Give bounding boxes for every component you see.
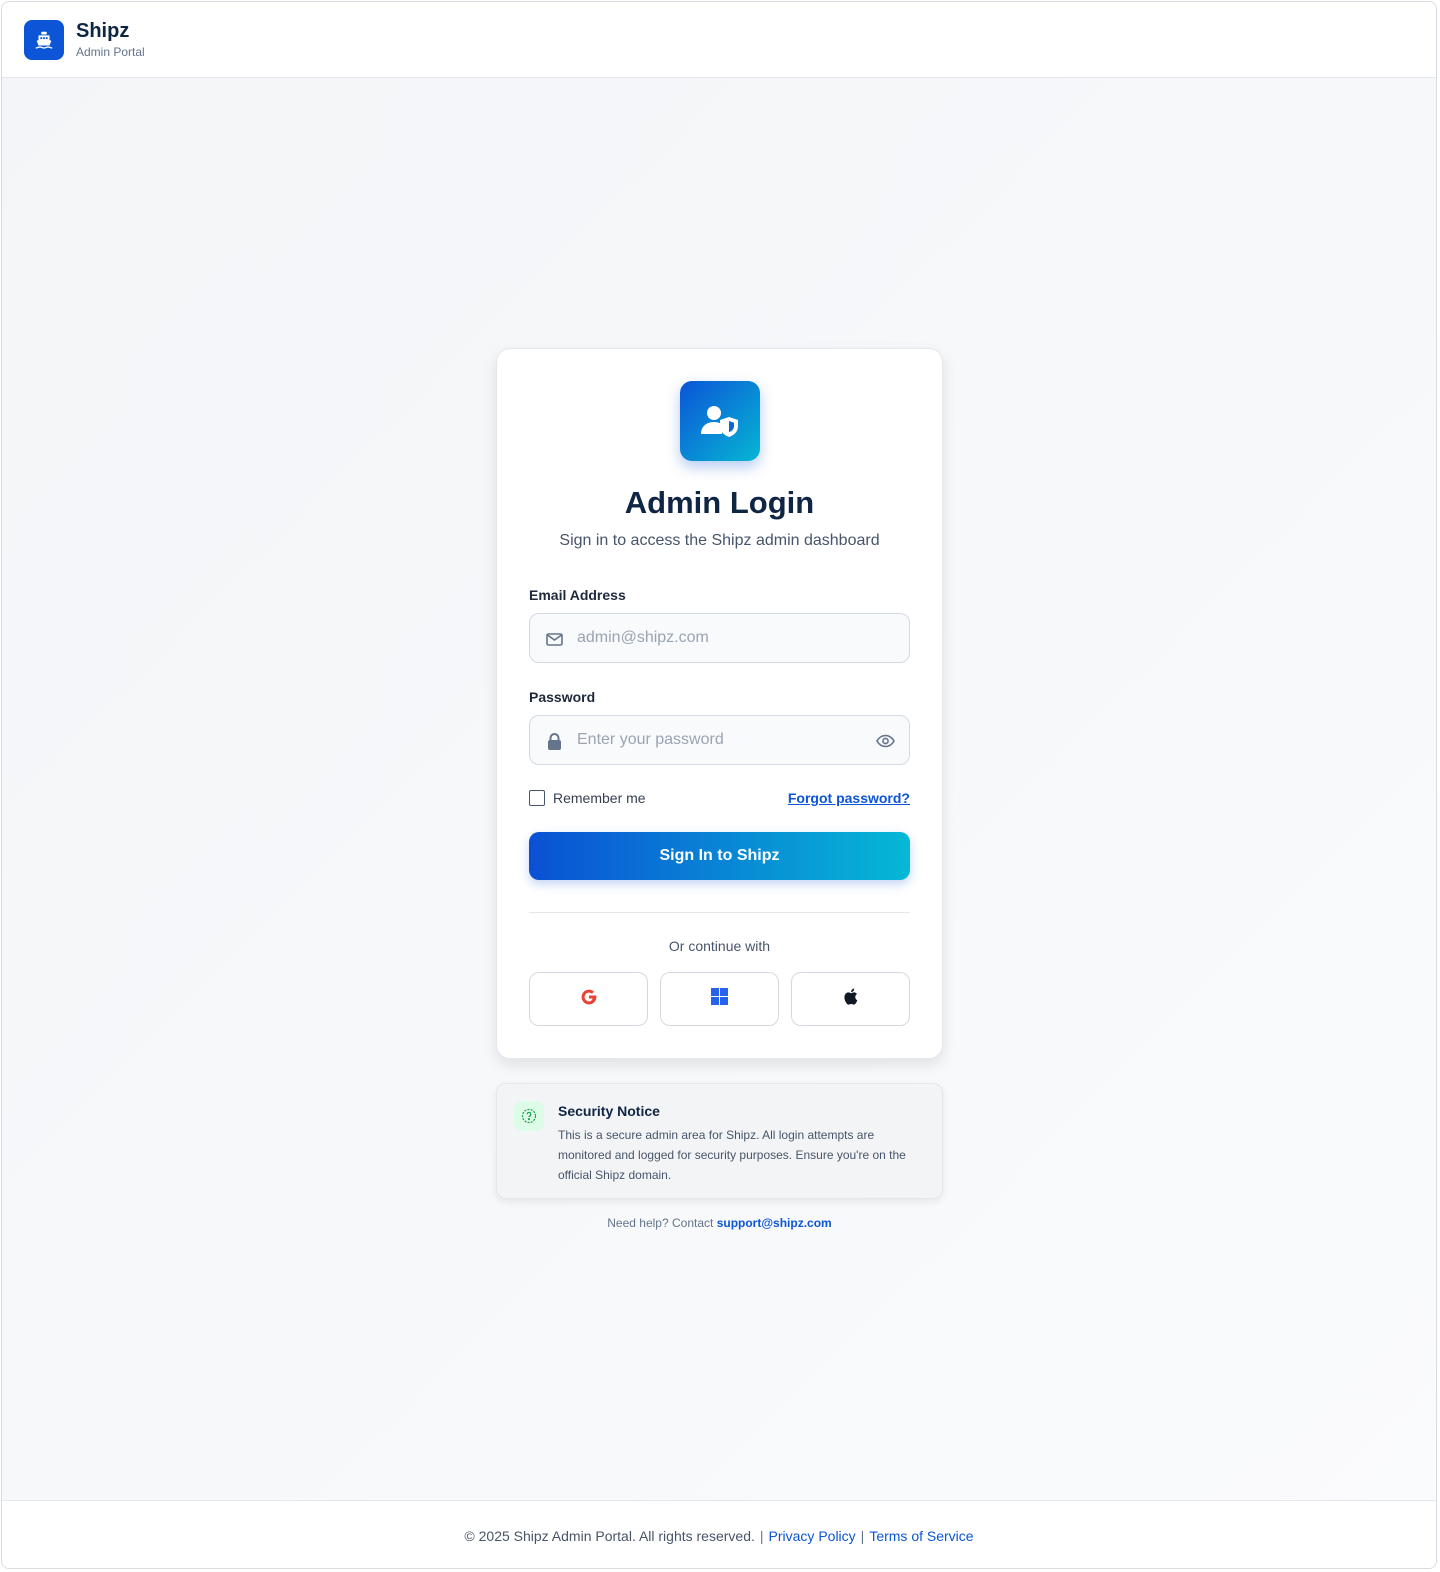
app-frame: Shipz Admin Portal Admin Login Sign in t… xyxy=(1,1,1437,1569)
envelope-icon xyxy=(545,630,563,648)
password-label: Password xyxy=(529,689,596,705)
password-input[interactable] xyxy=(577,716,867,764)
divider xyxy=(529,912,910,913)
login-card: Admin Login Sign in to access the Shipz … xyxy=(496,348,943,1059)
email-field-wrapper xyxy=(529,613,910,663)
top-header: Shipz Admin Portal xyxy=(2,2,1436,78)
eye-icon[interactable] xyxy=(875,731,895,751)
page-title: Admin Login xyxy=(624,485,815,520)
user-shield-icon xyxy=(680,381,760,461)
windows-icon xyxy=(711,988,728,1010)
footer-separator: | xyxy=(759,1527,764,1544)
continue-with-label: Or continue with xyxy=(668,938,771,954)
terms-of-service-link[interactable]: Terms of Service xyxy=(869,1528,973,1544)
remember-me: Remember me xyxy=(529,790,646,806)
forgot-password-link[interactable]: Forgot password? xyxy=(788,790,910,806)
remember-checkbox[interactable] xyxy=(529,790,545,806)
brand-subtitle: Admin Portal xyxy=(76,45,145,59)
remember-label: Remember me xyxy=(553,790,646,806)
page-subtitle: Sign in to access the Shipz admin dashbo… xyxy=(559,532,880,549)
copyright-text: © 2025 Shipz Admin Portal. All rights re… xyxy=(464,1527,755,1544)
password-field-wrapper xyxy=(529,715,910,765)
ship-icon[interactable] xyxy=(24,19,64,60)
support-email-link[interactable]: support@shipz.com xyxy=(717,1216,832,1230)
privacy-policy-link[interactable]: Privacy Policy xyxy=(769,1528,856,1544)
page-footer: © 2025 Shipz Admin Portal. All rights re… xyxy=(2,1500,1436,1568)
email-label: Email Address xyxy=(529,587,626,603)
question-circle-icon xyxy=(514,1101,544,1131)
security-notice: Security Notice This is a secure admin a… xyxy=(496,1083,943,1199)
google-login-button[interactable] xyxy=(529,972,648,1026)
apple-login-button[interactable] xyxy=(791,972,910,1026)
brand: Shipz Admin Portal xyxy=(76,20,145,59)
google-icon xyxy=(580,988,598,1011)
brand-name: Shipz xyxy=(76,20,130,42)
notice-title: Security Notice xyxy=(558,1103,660,1119)
notice-text: This is a secure admin area for Shipz. A… xyxy=(558,1128,906,1182)
help-prefix: Need help? Contact xyxy=(607,1216,714,1230)
lock-icon xyxy=(545,732,563,750)
email-input[interactable] xyxy=(577,614,867,662)
apple-icon xyxy=(843,988,858,1010)
sign-in-button[interactable]: Sign In to Shipz xyxy=(529,832,910,880)
microsoft-login-button[interactable] xyxy=(660,972,779,1026)
footer-separator: | xyxy=(860,1527,865,1544)
help-text: Need help? Contact support@shipz.com xyxy=(496,1216,943,1230)
